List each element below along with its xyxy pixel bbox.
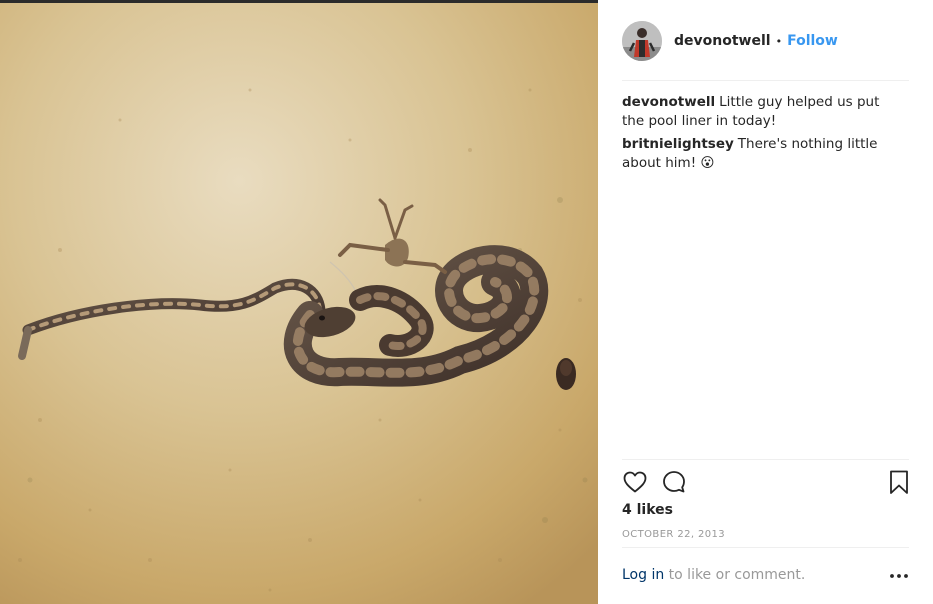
footer-divider bbox=[622, 547, 909, 548]
instagram-post-window: devonotwell • Follow devonotwell Little g… bbox=[0, 0, 933, 604]
avatar[interactable] bbox=[622, 21, 662, 61]
follow-button[interactable]: Follow bbox=[787, 33, 838, 49]
heart-icon[interactable] bbox=[622, 469, 648, 495]
actions-divider bbox=[622, 459, 909, 460]
comment-item: britnielightsey There's nothing little ab… bbox=[622, 135, 897, 173]
post-header: devonotwell • Follow bbox=[622, 18, 909, 64]
post-photo[interactable] bbox=[0, 0, 598, 604]
login-suffix-text: to like or comment. bbox=[664, 567, 806, 583]
login-prompt: Log in to like or comment. bbox=[622, 567, 912, 583]
comments-list: devonotwell Little guy helped us put the … bbox=[622, 93, 897, 177]
header-text: devonotwell • Follow bbox=[674, 33, 838, 49]
comment-bubble-icon[interactable] bbox=[661, 469, 687, 495]
post-actions bbox=[622, 469, 912, 497]
header-divider bbox=[622, 80, 909, 81]
snake-photo-image bbox=[0, 0, 598, 604]
header-separator: • bbox=[775, 34, 783, 48]
avatar-image bbox=[622, 21, 662, 61]
comment-item: devonotwell Little guy helped us put the … bbox=[622, 93, 897, 131]
comment-author-link[interactable]: britnielightsey bbox=[622, 136, 734, 152]
post-side-panel: devonotwell • Follow devonotwell Little g… bbox=[598, 0, 933, 604]
comment-author-link[interactable]: devonotwell bbox=[622, 94, 715, 110]
more-options-icon[interactable] bbox=[889, 566, 909, 586]
likes-count[interactable]: 4 likes bbox=[622, 502, 673, 518]
bookmark-icon[interactable] bbox=[886, 469, 912, 495]
login-link[interactable]: Log in bbox=[622, 567, 664, 583]
post-date: OCTOBER 22, 2013 bbox=[622, 529, 726, 540]
username-link[interactable]: devonotwell bbox=[674, 33, 771, 49]
